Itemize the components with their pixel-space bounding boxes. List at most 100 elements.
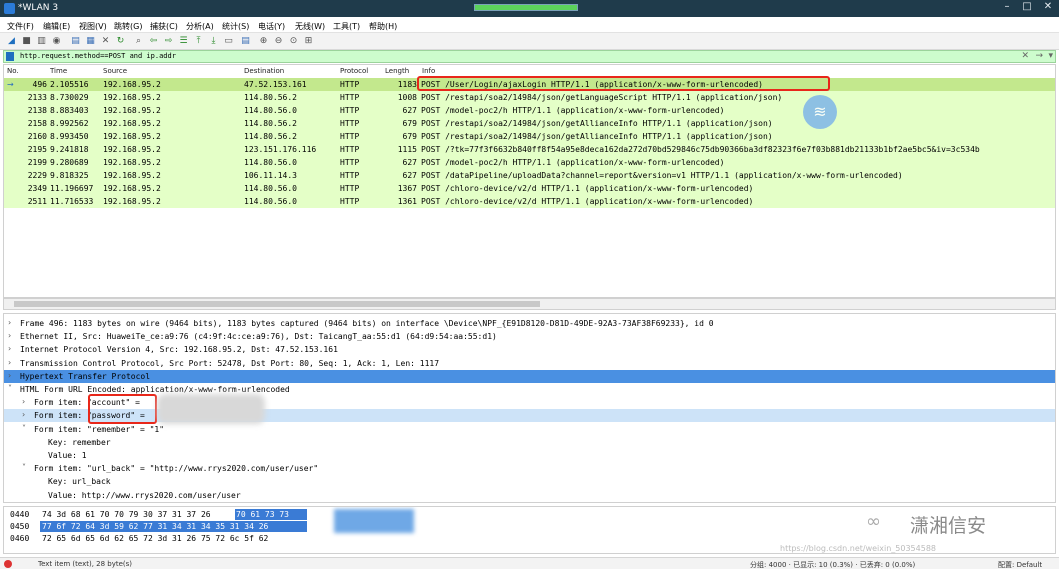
expand-arrow-icon[interactable]: › <box>8 344 11 353</box>
packet-src: 192.168.95.2 <box>103 106 161 115</box>
colorize-icon[interactable]: ▤ <box>240 36 251 47</box>
scrollbar-thumb[interactable] <box>14 301 540 307</box>
apply-filter-icon[interactable]: → <box>1035 51 1043 61</box>
expand-arrow-icon[interactable]: › <box>8 358 11 367</box>
menu-view[interactable]: 视图(V) <box>79 21 107 32</box>
column-header-no[interactable]: No. <box>7 67 19 75</box>
expand-arrow-icon[interactable]: › <box>8 318 11 327</box>
zoom-normal-icon[interactable]: ⊙ <box>288 36 299 47</box>
hex-bytes-selected[interactable]: 70 61 73 73 <box>236 510 289 519</box>
go-first-icon[interactable]: ⤒ <box>193 36 204 47</box>
menu-capture[interactable]: 捕获(C) <box>150 21 178 32</box>
packet-src: 192.168.95.2 <box>103 184 161 193</box>
capture-options-icon[interactable]: ◉ <box>51 36 62 47</box>
zoom-in-icon[interactable]: ⊕ <box>258 36 269 47</box>
packet-dst: 123.151.176.116 <box>244 145 317 154</box>
stop-capture-icon[interactable]: ■ <box>21 36 32 47</box>
packet-dst: 114.80.56.0 <box>244 197 297 206</box>
menu-go[interactable]: 跳转(G) <box>114 21 142 32</box>
column-header-info[interactable]: Info <box>422 67 435 75</box>
packet-row[interactable]: 2195 9.241818 192.168.95.2 123.151.176.116 H… <box>4 143 1055 156</box>
filter-dropdown-icon[interactable]: ▾ <box>1048 51 1053 61</box>
menu-tools[interactable]: 工具(T) <box>333 21 360 32</box>
column-header-destination[interactable]: Destination <box>244 67 284 75</box>
display-filter-input[interactable]: http.request.method==POST and ip.addr <box>20 52 176 60</box>
column-header-time[interactable]: Time <box>50 67 67 75</box>
detail-row[interactable]: Value: 1 <box>4 449 1055 462</box>
go-forward-icon[interactable]: ⇨ <box>163 36 174 47</box>
packet-len: 1367 <box>397 184 417 193</box>
menu-telephony[interactable]: 电话(Y) <box>258 21 285 32</box>
maximize-button[interactable]: □ <box>1020 1 1034 12</box>
expert-info-icon[interactable] <box>4 560 12 568</box>
menu-wireless[interactable]: 无线(W) <box>295 21 325 32</box>
expand-arrow-icon[interactable]: › <box>22 397 25 406</box>
login-post-highlight <box>417 76 830 91</box>
hex-bytes-selected[interactable]: 77 6f 72 64 3d 59 62 77 31 34 31 34 35 3… <box>42 522 268 531</box>
clear-filter-icon[interactable]: ✕ <box>1021 51 1029 61</box>
find-packet-icon[interactable]: ⌕ <box>133 36 144 47</box>
expand-arrow-icon[interactable]: › <box>8 331 11 340</box>
detail-row[interactable]: Key: url_back <box>4 475 1055 488</box>
resize-columns-icon[interactable]: ⊞ <box>303 36 314 47</box>
detail-row[interactable]: › Internet Protocol Version 4, Src: 192.1… <box>4 343 1055 356</box>
packet-row[interactable]: 2160 8.993450 192.168.95.2 114.80.56.2 HTTP 6… <box>4 130 1055 143</box>
reload-icon[interactable]: ↻ <box>115 36 126 47</box>
packet-info: POST /dataPipeline/uploadData?channel=re… <box>421 171 903 180</box>
menu-analyze[interactable]: 分析(A) <box>186 21 214 32</box>
close-file-icon[interactable]: ✕ <box>100 36 111 47</box>
expand-arrow-icon[interactable]: › <box>22 410 25 419</box>
expand-arrow-icon[interactable]: ˅ <box>8 384 12 393</box>
autoscroll-icon[interactable]: ▭ <box>223 36 234 47</box>
menu-help[interactable]: 帮助(H) <box>369 21 397 32</box>
column-header-protocol[interactable]: Protocol <box>340 67 368 75</box>
packet-len: 1115 <box>397 145 417 154</box>
hex-offset: 0440 <box>10 510 30 519</box>
packet-row[interactable]: 2349 11.196697 192.168.95.2 114.80.56.0 HTTP… <box>4 182 1055 195</box>
expand-arrow-icon[interactable]: ˅ <box>22 463 26 472</box>
packet-src: 192.168.95.2 <box>103 93 161 102</box>
hex-bytes[interactable]: 72 65 6d 65 6d 62 65 72 3d 31 26 75 72 6… <box>42 534 268 543</box>
expand-arrow-icon[interactable]: ˅ <box>22 424 26 433</box>
display-filter-bar[interactable]: http.request.method==POST and ip.addr ✕ … <box>3 50 1056 63</box>
detail-row[interactable]: Value: http://www.rrys2020.com/user/user <box>4 489 1055 502</box>
column-header-source[interactable]: Source <box>103 67 127 75</box>
packet-info: POST /?tk=77f3f6632b840ff8f54a95e8deca16… <box>421 145 980 154</box>
packet-row[interactable]: 2138 8.883403 192.168.95.2 114.80.56.0 HTTP 6… <box>4 104 1055 117</box>
status-profile[interactable]: 配置: Default <box>998 560 1042 569</box>
hex-bytes[interactable]: 74 3d 68 61 70 70 79 30 37 31 37 26 <box>42 510 211 519</box>
packet-row[interactable]: 2511 11.716533 192.168.95.2 114.80.56.0 HTTP… <box>4 195 1055 208</box>
detail-row[interactable]: › Hypertext Transfer Protocol <box>4 369 1055 383</box>
packet-row[interactable]: 2158 8.992562 192.168.95.2 114.80.56.2 HTTP 6… <box>4 117 1055 130</box>
packet-row[interactable]: 2133 8.730029 192.168.95.2 114.80.56.2 HTTP 1… <box>4 91 1055 104</box>
packet-no: 2158 <box>27 119 47 128</box>
packet-no: 2160 <box>27 132 47 141</box>
bookmark-icon[interactable] <box>6 52 14 61</box>
zoom-out-icon[interactable]: ⊖ <box>273 36 284 47</box>
column-header-length[interactable]: Length <box>385 67 409 75</box>
packet-list-scrollbar[interactable] <box>3 298 1056 310</box>
expand-arrow-icon[interactable]: › <box>8 371 11 380</box>
start-capture-icon[interactable]: ◢ <box>6 36 17 47</box>
go-last-icon[interactable]: ⤓ <box>208 36 219 47</box>
csdn-watermark: https://blog.csdn.net/weixin_50354588 <box>780 544 937 553</box>
go-to-packet-icon[interactable]: ☰ <box>178 36 189 47</box>
go-back-icon[interactable]: ⇦ <box>148 36 159 47</box>
redacted-ascii-blur <box>334 509 414 533</box>
detail-row[interactable]: › Transmission Control Protocol, Src Port… <box>4 357 1055 370</box>
menu-edit[interactable]: 编辑(E) <box>43 21 70 32</box>
open-file-icon[interactable]: ▤ <box>70 36 81 47</box>
menu-statistics[interactable]: 统计(S) <box>222 21 249 32</box>
menu-file[interactable]: 文件(F) <box>7 21 34 32</box>
detail-row[interactable]: Key: remember <box>4 436 1055 449</box>
minimize-button[interactable]: – <box>1000 1 1014 12</box>
restart-capture-icon[interactable]: ▥ <box>36 36 47 47</box>
packet-row[interactable]: 2229 9.818325 192.168.95.2 106.11.14.3 HTTP 6… <box>4 169 1055 182</box>
detail-row[interactable]: ˅ Form item: "url_back" = "http://www.rry… <box>4 462 1055 475</box>
detail-row[interactable]: ˅ Form item: "remember" = "1" <box>4 423 1055 436</box>
detail-row[interactable]: › Frame 496: 1183 bytes on wire (9464 bit… <box>4 317 1055 330</box>
close-button[interactable]: ✕ <box>1041 1 1055 12</box>
packet-row[interactable]: 2199 9.280689 192.168.95.2 114.80.56.0 HTTP 6… <box>4 156 1055 169</box>
detail-row[interactable]: › Ethernet II, Src: HuaweiTe_ce:a9:76 (c4… <box>4 330 1055 343</box>
save-file-icon[interactable]: ▦ <box>85 36 96 47</box>
